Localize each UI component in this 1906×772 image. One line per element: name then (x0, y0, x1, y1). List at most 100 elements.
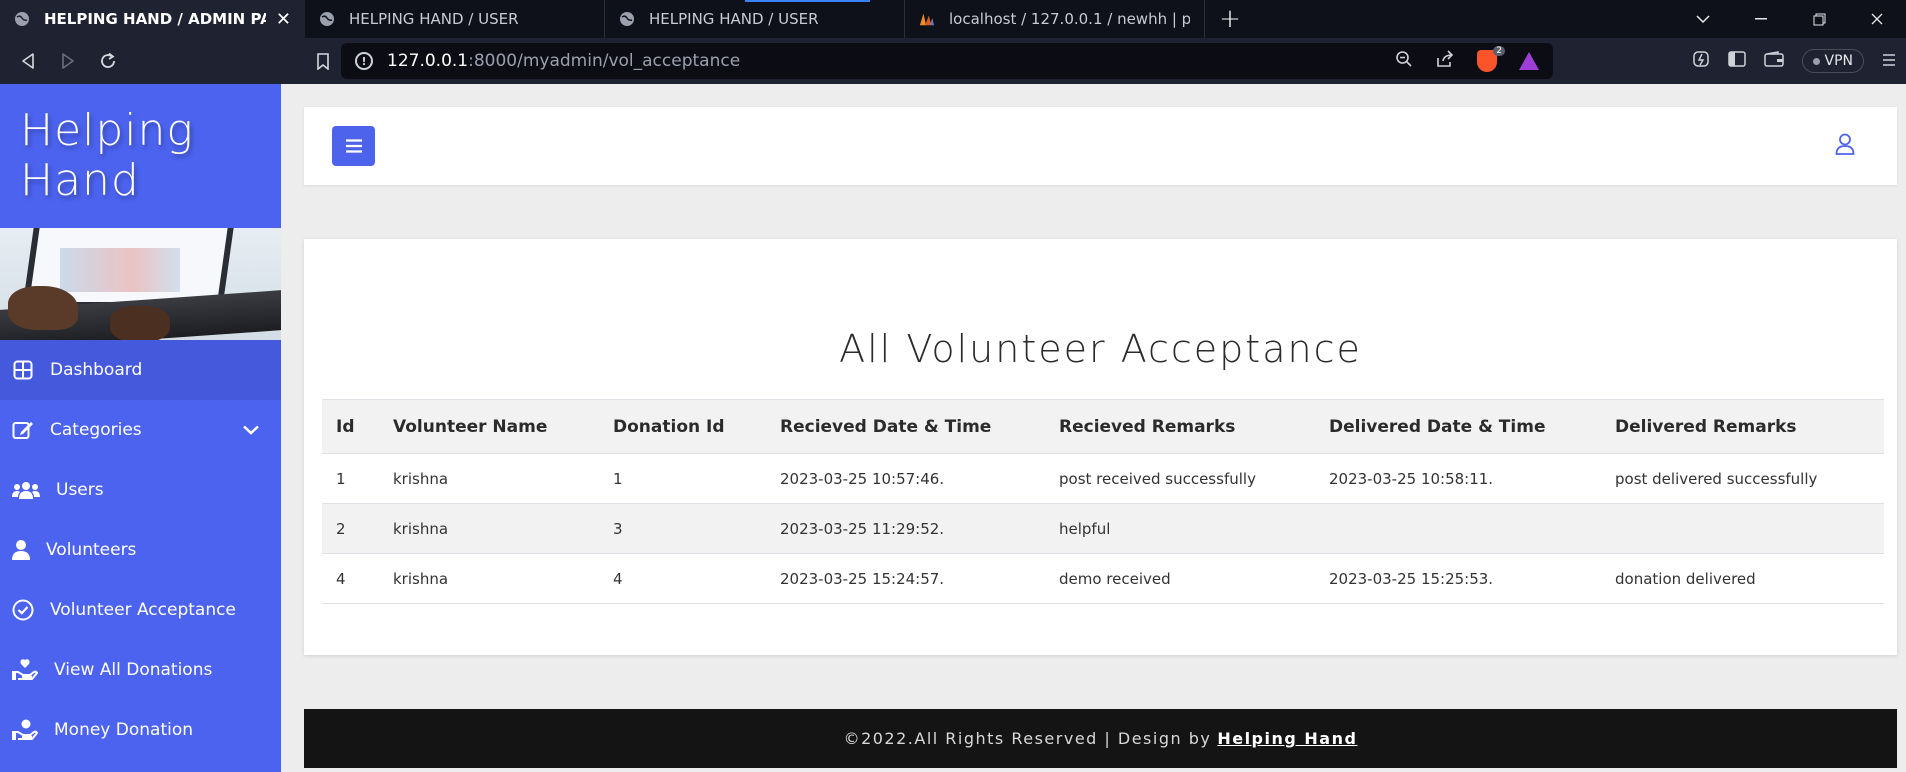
tab-title: HELPING HAND / USER (649, 10, 819, 28)
cell-volunteer-name: krishna (379, 553, 599, 604)
sidebar-item-label: Money Donation (54, 720, 194, 740)
menu-icon[interactable] (1882, 52, 1896, 71)
url-host: 127.0.0.1 (387, 51, 469, 71)
toolbar-right: VPN (1692, 38, 1906, 84)
reload-icon[interactable] (88, 41, 128, 81)
sidebar-toggle-icon[interactable] (1727, 51, 1746, 71)
laptop-screen-chart (60, 248, 180, 292)
sidebar-item-volunteers[interactable]: Volunteers (0, 520, 281, 580)
table-row: 2 krishna 3 2023-03-25 11:29:52. helpful (322, 503, 1884, 554)
sidebar-item-label: View All Donations (54, 660, 213, 680)
dashboard-icon (12, 359, 34, 381)
tab-phpmyadmin[interactable]: localhost / 127.0.0.1 / newhh | phpMy (905, 0, 1205, 38)
shields-count-badge: 2 (1493, 46, 1505, 56)
restore-icon[interactable] (1790, 0, 1848, 38)
cell-donation-id: 4 (599, 553, 766, 604)
column-header: Volunteer Name (379, 399, 599, 454)
url-path: :8000/myadmin/vol_acceptance (468, 51, 741, 71)
site-info-icon[interactable]: ! (355, 52, 373, 70)
tab-user-1[interactable]: HELPING HAND / USER (305, 0, 605, 38)
bookmark-icon[interactable] (303, 41, 343, 81)
cell-received-remarks: post received successfully (1045, 453, 1315, 504)
footer-link-helping-hand[interactable]: Helping Hand (1217, 729, 1357, 748)
vpn-status-dot (1812, 57, 1820, 65)
tab-title: localhost / 127.0.0.1 / newhh | phpMy (949, 10, 1190, 28)
sidebar-item-label: Categories (50, 420, 142, 440)
table-header-row: Id Volunteer Name Donation Id Recieved D… (322, 399, 1884, 454)
cell-delivered-remarks (1601, 503, 1884, 554)
cell-id: 4 (322, 553, 379, 604)
column-header: Id (322, 399, 379, 454)
volunteer-acceptance-table: Id Volunteer Name Donation Id Recieved D… (322, 399, 1884, 604)
tab-title: HELPING HAND / ADMIN PANEL (44, 10, 266, 28)
address-bar[interactable]: ! 127.0.0.1:8000/myadmin/vol_acceptance … (341, 43, 1553, 79)
sidebar-laptop-image (0, 228, 281, 340)
cell-id: 1 (322, 453, 379, 504)
sidebar-item-label: Volunteers (46, 540, 137, 560)
globe-icon (619, 11, 635, 27)
vpn-label: VPN (1824, 53, 1854, 69)
tab-admin-panel[interactable]: HELPING HAND / ADMIN PANEL ✕ (0, 0, 305, 38)
sidebar-item-money-donation[interactable]: Money Donation (0, 700, 281, 760)
sidebar-item-categories[interactable]: Categories (0, 400, 281, 460)
cell-volunteer-name: krishna (379, 453, 599, 504)
sidebar-item-view-all-donations[interactable]: View All Donations (0, 640, 281, 700)
user-profile-icon[interactable] (1835, 133, 1855, 159)
page-footer: ©2022.All Rights Reserved | Design by He… (304, 709, 1897, 768)
chevron-down-icon[interactable] (243, 420, 259, 440)
browser-tab-bar: HELPING HAND / ADMIN PANEL ✕ HELPING HAN… (0, 0, 1906, 38)
zoom-icon[interactable] (1395, 50, 1413, 72)
cell-delivered-remarks: post delivered successfully (1601, 453, 1884, 504)
brand-line-2: Hand (20, 155, 140, 206)
user-icon (12, 539, 30, 561)
table-row: 1 krishna 1 2023-03-25 10:57:46. post re… (322, 453, 1884, 504)
tab-user-2[interactable]: HELPING HAND / USER (605, 0, 905, 38)
sidebar-item-label: Volunteer Acceptance (50, 600, 236, 620)
page-title: All Volunteer Acceptance (839, 327, 1362, 371)
share-icon[interactable] (1435, 50, 1455, 72)
sidebar-item-dashboard[interactable]: Dashboard (0, 340, 281, 400)
admin-topbar (304, 107, 1897, 185)
column-header: Recieved Date & Time (766, 399, 1045, 454)
cell-received-datetime: 2023-03-25 10:57:46. (766, 453, 1045, 504)
sidebar-item-users[interactable]: Users (0, 460, 281, 520)
volunteer-acceptance-card: All Volunteer Acceptance Id Volunteer Na… (304, 239, 1897, 655)
column-header: Donation Id (599, 399, 766, 454)
sidebar-toggle-button[interactable] (332, 126, 375, 166)
vpn-button[interactable]: VPN (1801, 49, 1864, 73)
wallet-icon[interactable] (1763, 51, 1784, 71)
tab-search-chevron-icon[interactable] (1674, 0, 1732, 38)
close-tab-icon[interactable]: ✕ (276, 9, 291, 30)
forward-icon[interactable] (48, 41, 88, 81)
brave-shields-icon[interactable]: 2 (1477, 46, 1505, 72)
globe-icon (319, 11, 335, 27)
column-header: Delivered Date & Time (1315, 399, 1601, 454)
leo-ai-icon[interactable] (1692, 50, 1710, 72)
tab-title: HELPING HAND / USER (349, 10, 519, 28)
close-window-icon[interactable] (1848, 0, 1906, 38)
sidebar-item-label: Dashboard (50, 360, 143, 380)
cell-donation-id: 1 (599, 453, 766, 504)
cell-delivered-remarks: donation delivered (1601, 553, 1884, 604)
users-icon (12, 479, 40, 501)
cell-delivered-datetime: 2023-03-25 15:25:53. (1315, 553, 1601, 604)
brave-rewards-icon[interactable] (1519, 52, 1539, 70)
edit-icon (12, 419, 34, 441)
new-tab-button[interactable]: + (1205, 0, 1255, 38)
cell-received-remarks: demo received (1045, 553, 1315, 604)
cell-delivered-datetime (1315, 503, 1601, 554)
browser-toolbar: ! 127.0.0.1:8000/myadmin/vol_acceptance … (0, 38, 1906, 84)
hand-heart-icon (12, 659, 38, 681)
brand-logo[interactable]: Helping Hand (0, 84, 281, 228)
column-header: Recieved Remarks (1045, 399, 1315, 454)
cell-received-remarks: helpful (1045, 503, 1315, 554)
minimize-icon[interactable] (1732, 0, 1790, 38)
check-circle-icon (12, 599, 34, 621)
back-icon[interactable] (8, 41, 48, 81)
cell-received-datetime: 2023-03-25 11:29:52. (766, 503, 1045, 554)
hamburger-icon (345, 139, 362, 153)
cell-received-datetime: 2023-03-25 15:24:57. (766, 553, 1045, 604)
cell-id: 2 (322, 503, 379, 554)
cell-delivered-datetime: 2023-03-25 10:58:11. (1315, 453, 1601, 504)
sidebar-item-volunteer-acceptance[interactable]: Volunteer Acceptance (0, 580, 281, 640)
